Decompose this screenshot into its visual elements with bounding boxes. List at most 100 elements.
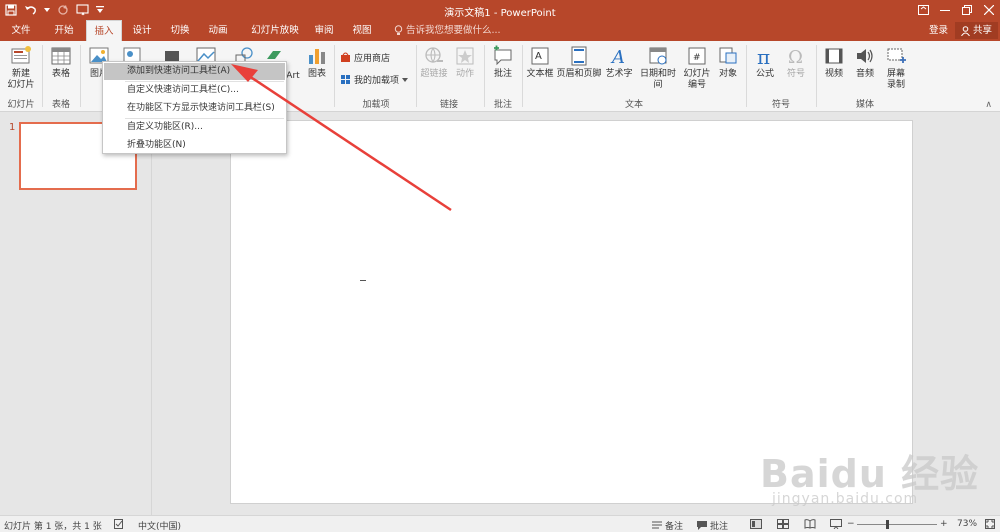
tab-slideshow[interactable]: 幻灯片放映 xyxy=(244,20,306,41)
spellcheck-icon[interactable] xyxy=(114,519,124,532)
equation-button[interactable]: π 公式 xyxy=(751,45,779,80)
menu-customize-ribbon[interactable]: 自定义功能区(R)... xyxy=(104,119,285,136)
close-icon[interactable] xyxy=(978,0,1000,20)
menu-show-qat-below[interactable]: 在功能区下方显示快速访问工具栏(S) xyxy=(104,100,285,117)
menu-collapse-ribbon[interactable]: 折叠功能区(N) xyxy=(104,137,285,154)
app-store-button[interactable]: 应用商店 xyxy=(340,51,390,64)
table-label: 表格 xyxy=(51,69,70,79)
menu-add-to-qat[interactable]: 添加到快速访问工具栏(A) xyxy=(104,63,285,80)
zoom-level[interactable]: 73% xyxy=(957,519,977,529)
tab-insert[interactable]: 插入 xyxy=(86,20,122,41)
textbox-button[interactable]: A 文本框 xyxy=(525,45,555,80)
slide-number: 1 xyxy=(9,122,16,133)
restore-icon[interactable] xyxy=(956,0,978,20)
tab-home[interactable]: 开始 xyxy=(50,20,78,41)
wordart-button[interactable]: A 艺术字 xyxy=(604,45,634,80)
person-icon xyxy=(961,25,970,36)
tab-file[interactable]: 文件 xyxy=(8,20,34,41)
group-addins-label: 加载项 xyxy=(362,100,390,110)
svg-text:π: π xyxy=(757,45,770,67)
ribbon-context-menu: 添加到快速访问工具栏(A) 自定义快速访问工具栏(C)... 在功能区下方显示快… xyxy=(102,61,287,154)
new-slide-button[interactable]: 新建 幻灯片 xyxy=(6,45,36,91)
svg-text:Ω: Ω xyxy=(788,47,803,67)
table-button[interactable]: 表格 xyxy=(47,45,75,80)
ribbon-separator xyxy=(522,45,523,107)
object-icon xyxy=(719,47,737,64)
screen-recording-button[interactable]: 屏幕 录制 xyxy=(882,45,910,91)
action-label: 动作 xyxy=(455,69,474,79)
reading-view-icon[interactable] xyxy=(804,519,816,532)
ribbon-tabs: 文件 开始 插入 设计 切换 动画 幻灯片放映 审阅 视图 告诉我您想要做什么.… xyxy=(0,20,1000,41)
zoom-out-button[interactable]: − xyxy=(847,519,855,529)
menu-customize-qat[interactable]: 自定义快速访问工具栏(C)... xyxy=(104,82,285,99)
zoom-slider-handle[interactable] xyxy=(886,520,889,529)
video-button[interactable]: 视频 xyxy=(820,45,848,80)
my-addins-button[interactable]: 我的加载项 xyxy=(340,73,409,86)
collapse-ribbon-icon[interactable]: ∧ xyxy=(985,100,992,110)
tab-transitions[interactable]: 切换 xyxy=(166,20,194,41)
tab-design[interactable]: 设计 xyxy=(128,20,156,41)
addins-icon xyxy=(341,75,350,84)
watermark-url: jingyan.baidu.com xyxy=(772,491,919,507)
symbol-label: 符号 xyxy=(786,69,805,79)
audio-button[interactable]: 音频 xyxy=(851,45,879,80)
share-button[interactable]: 共享 xyxy=(954,22,998,39)
status-bar: 幻灯片 第 1 张，共 1 张 中文(中国) 备注 批注 − + 73% xyxy=(0,515,1000,532)
calendar-icon xyxy=(649,47,667,65)
app-store-label: 应用商店 xyxy=(354,54,391,64)
slide-thumbnail-pane: 1 xyxy=(0,112,152,515)
slide-sorter-icon[interactable] xyxy=(777,519,789,532)
ribbon-separator xyxy=(416,45,417,107)
fit-to-window-icon[interactable] xyxy=(985,519,995,532)
comments-button[interactable]: 批注 xyxy=(697,519,728,532)
action-button[interactable]: 动作 xyxy=(452,45,478,80)
tab-view[interactable]: 视图 xyxy=(348,20,376,41)
tab-review[interactable]: 审阅 xyxy=(310,20,338,41)
video-label: 视频 xyxy=(824,69,843,79)
chart-label: 图表 xyxy=(307,69,326,79)
svg-text:#: # xyxy=(693,53,701,63)
symbol-button[interactable]: Ω 符号 xyxy=(782,45,810,80)
zoom-in-button[interactable]: + xyxy=(940,519,948,529)
header-footer-label: 页眉和页脚 xyxy=(556,69,602,79)
svg-text:A: A xyxy=(535,51,542,62)
star-action-icon xyxy=(456,47,474,65)
chevron-down-icon xyxy=(402,77,409,82)
notes-label: 备注 xyxy=(665,522,684,532)
minimize-icon[interactable] xyxy=(934,0,956,20)
tell-me-box[interactable]: 告诉我您想要做什么... xyxy=(394,20,501,41)
comments-icon xyxy=(697,521,707,530)
new-slide-label: 新建 幻灯片 xyxy=(7,69,35,90)
group-text-label: 文本 xyxy=(624,100,643,110)
textbox-label: 文本框 xyxy=(526,69,554,79)
new-slide-icon xyxy=(11,46,31,64)
chart-icon xyxy=(309,49,325,64)
slideshow-view-icon[interactable] xyxy=(830,519,842,532)
audio-label: 音频 xyxy=(855,69,874,79)
equation-label: 公式 xyxy=(755,69,774,79)
datetime-button[interactable]: 日期和时间 xyxy=(636,45,680,91)
my-addins-label: 我的加载项 xyxy=(354,76,400,86)
slide-number-button[interactable]: # 幻灯片 编号 xyxy=(682,45,712,91)
normal-view-icon[interactable] xyxy=(750,519,762,532)
language-indicator[interactable]: 中文(中国) xyxy=(138,519,181,532)
group-comments-label: 批注 xyxy=(493,100,512,110)
share-label: 共享 xyxy=(972,25,992,36)
chart-button[interactable]: 图表 xyxy=(304,45,330,80)
ribbon-separator xyxy=(816,45,817,107)
baidu-watermark: Baidu 经验 jingyan.baidu.com xyxy=(760,443,990,515)
comment-button[interactable]: 批注 xyxy=(488,45,518,80)
store-icon xyxy=(341,52,350,62)
wordart-icon: A xyxy=(610,47,625,67)
comment-label: 批注 xyxy=(493,69,512,79)
ribbon-display-options-icon[interactable] xyxy=(912,0,934,20)
object-button[interactable]: 对象 xyxy=(714,45,742,80)
screen-recording-icon xyxy=(887,48,906,63)
hyperlink-button[interactable]: 超链接 xyxy=(420,45,448,80)
login-link[interactable]: 登录 xyxy=(929,20,948,41)
notes-button[interactable]: 备注 xyxy=(652,519,683,532)
tab-animations[interactable]: 动画 xyxy=(204,20,232,41)
ribbon-separator xyxy=(80,45,81,107)
zoom-slider-track[interactable] xyxy=(857,524,937,525)
header-footer-button[interactable]: 页眉和页脚 xyxy=(556,45,602,80)
